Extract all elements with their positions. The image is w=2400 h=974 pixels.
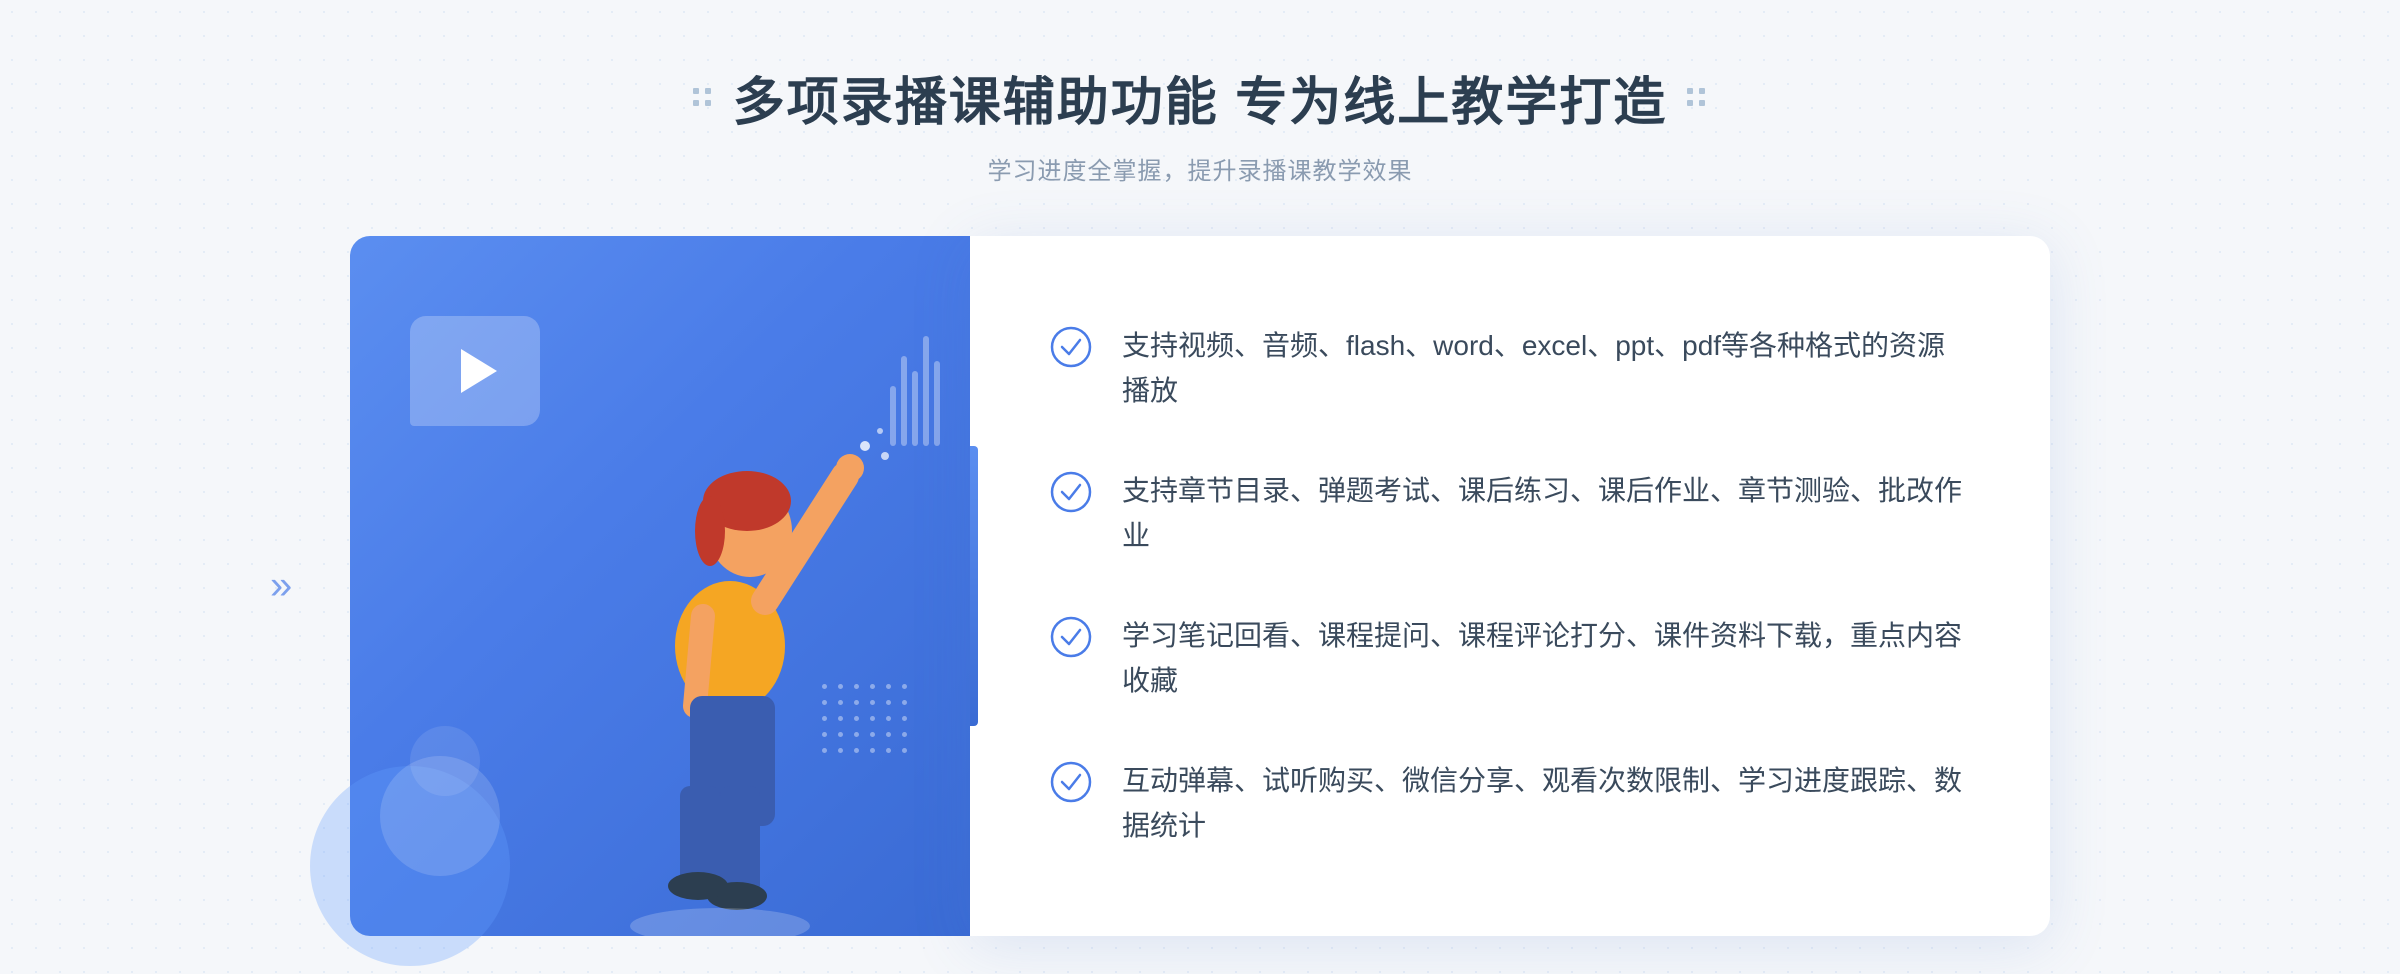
main-title: 多项录播课辅助功能 专为线上教学打造 [733,60,1667,135]
check-icon-3 [1050,616,1092,658]
left-chevron-deco: » [270,564,292,609]
feature-item-2: 支持章节目录、弹题考试、课后练习、课后作业、章节测验、批改作业 [1050,449,1970,579]
left-decorator [693,88,713,108]
page-wrapper: 多项录播课辅助功能 专为线上教学打造 学习进度全掌握，提升录播课教学效果 [0,0,2400,974]
check-icon-1 [1050,326,1092,368]
right-panel: 支持视频、音频、flash、word、excel、ppt、pdf等各种格式的资源… [970,236,2050,936]
feature-text-3: 学习笔记回看、课程提问、课程评论打分、课件资料下载，重点内容收藏 [1122,614,1970,704]
feature-text-1: 支持视频、音频、flash、word、excel、ppt、pdf等各种格式的资源… [1122,324,1970,414]
left-panel [350,236,970,936]
feature-item-3: 学习笔记回看、课程提问、课程评论打分、课件资料下载，重点内容收藏 [1050,594,1970,724]
feature-item-1: 支持视频、音频、flash、word、excel、ppt、pdf等各种格式的资源… [1050,304,1970,434]
content-area: 支持视频、音频、flash、word、excel、ppt、pdf等各种格式的资源… [350,236,2050,936]
feature-item-4: 互动弹幕、试听购买、微信分享、观看次数限制、学习进度跟踪、数据统计 [1050,739,1970,869]
play-bubble [410,316,540,426]
deco-circle-2 [410,726,480,796]
person-illustration [555,356,905,936]
right-decorator [1687,88,1707,108]
feature-text-4: 互动弹幕、试听购买、微信分享、观看次数限制、学习进度跟踪、数据统计 [1122,759,1970,849]
subtitle: 学习进度全掌握，提升录播课教学效果 [693,151,1707,186]
chevron-double-icon: » [270,564,292,608]
check-icon-4 [1050,761,1092,803]
feature-text-2: 支持章节目录、弹题考试、课后练习、课后作业、章节测验、批改作业 [1122,469,1970,559]
play-icon [461,349,497,393]
header-section: 多项录播课辅助功能 专为线上教学打造 学习进度全掌握，提升录播课教学效果 [693,60,1707,186]
check-icon-2 [1050,471,1092,513]
title-row: 多项录播课辅助功能 专为线上教学打造 [693,60,1707,135]
